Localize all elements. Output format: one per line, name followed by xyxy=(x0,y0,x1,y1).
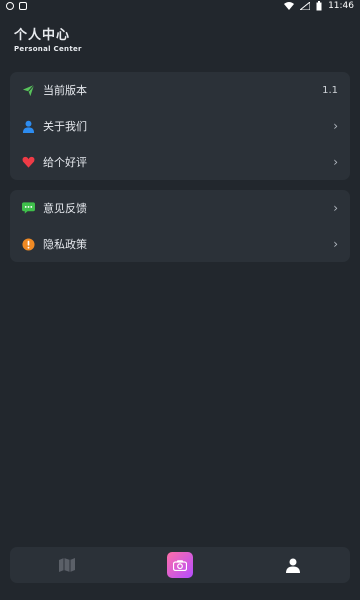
chevron-right-icon: › xyxy=(333,155,338,169)
nav-camera-button[interactable] xyxy=(165,550,195,580)
menu-item-label: 意见反馈 xyxy=(43,202,87,215)
chevron-right-icon: › xyxy=(333,119,338,133)
heart-icon xyxy=(21,155,35,169)
menu-card-support: 意见反馈 › 隐私政策 › xyxy=(10,190,350,262)
app-notification-icon xyxy=(19,2,27,10)
page-header: 个人中心 Personal Center xyxy=(14,29,82,53)
status-bar: 11:46 xyxy=(0,0,360,12)
chevron-right-icon: › xyxy=(333,201,338,215)
menu-item-label: 当前版本 xyxy=(43,84,87,97)
status-left xyxy=(6,2,27,10)
bottom-nav xyxy=(10,547,350,583)
paper-plane-icon xyxy=(21,83,35,97)
signal-icon xyxy=(300,2,311,10)
person-icon xyxy=(21,119,35,133)
menu-item-feedback[interactable]: 意见反馈 › xyxy=(10,190,350,226)
warning-icon xyxy=(21,237,35,251)
map-icon xyxy=(58,558,75,572)
battery-icon xyxy=(316,1,322,11)
chevron-right-icon: › xyxy=(333,237,338,251)
camera-icon xyxy=(166,552,193,578)
notification-icon xyxy=(6,2,14,10)
menu-item-version[interactable]: 当前版本 1.1 xyxy=(10,72,350,108)
nav-map-button[interactable] xyxy=(52,550,82,580)
message-icon xyxy=(21,201,35,215)
wifi-icon xyxy=(284,2,295,10)
menu-item-about[interactable]: 关于我们 › xyxy=(10,108,350,144)
page-title: 个人中心 xyxy=(14,28,71,43)
status-time: 11:46 xyxy=(328,1,354,11)
menu-item-label: 给个好评 xyxy=(43,156,87,169)
menu-item-privacy[interactable]: 隐私政策 › xyxy=(10,226,350,262)
nav-profile-button[interactable] xyxy=(278,550,308,580)
menu-item-rate[interactable]: 给个好评 › xyxy=(10,144,350,180)
menu-item-label: 关于我们 xyxy=(43,120,87,133)
page-subtitle: Personal Center xyxy=(14,45,82,53)
profile-icon xyxy=(286,558,301,573)
menu-item-label: 隐私政策 xyxy=(43,238,87,251)
version-value: 1.1 xyxy=(322,84,338,96)
status-right: 11:46 xyxy=(284,1,354,11)
menu-card-main: 当前版本 1.1 关于我们 › 给个好评 › xyxy=(10,72,350,180)
